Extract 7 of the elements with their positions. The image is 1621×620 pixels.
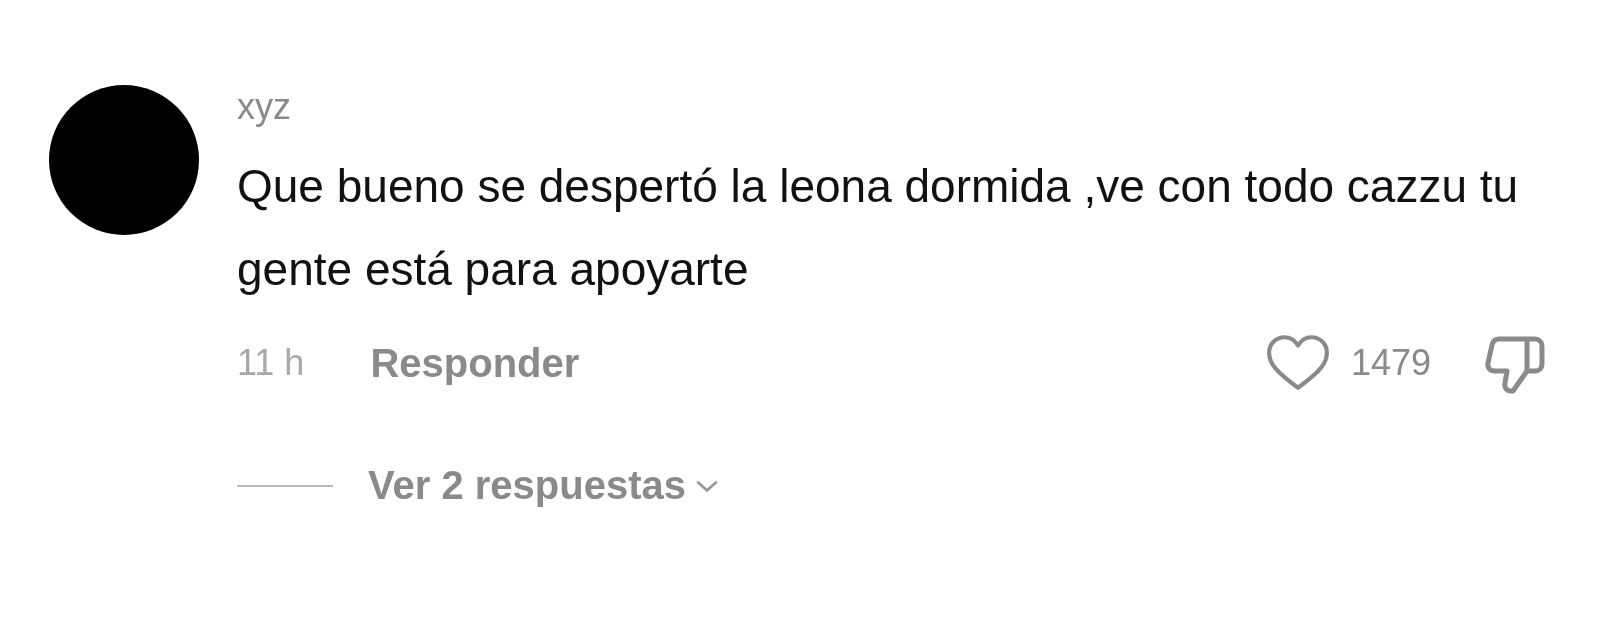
heart-icon[interactable] (1264, 334, 1331, 392)
like-count: 1479 (1350, 342, 1431, 384)
timestamp: 11 h (237, 342, 305, 384)
comment-text: Que bueno se despertó la leona dormida ,ve con todo cazzu tu gente está para apoyarte (237, 159, 1520, 297)
reply-button[interactable]: Responder (370, 340, 580, 386)
view-replies-button[interactable]: Ver 2 respuestas (368, 463, 686, 508)
username[interactable]: xyz (237, 85, 1547, 129)
